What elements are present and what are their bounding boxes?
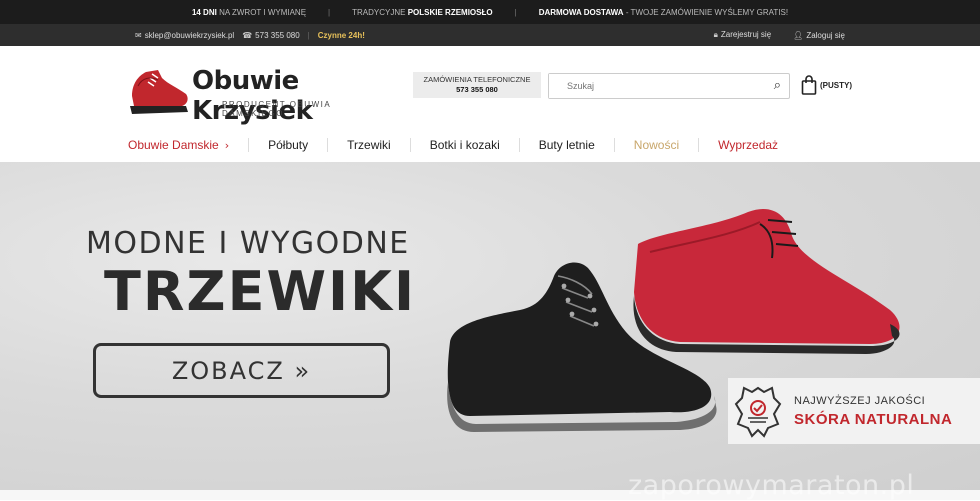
nav-item-nowosci[interactable]: Nowości [613, 138, 698, 152]
chevron-right-icon: › [224, 138, 230, 152]
site-logo[interactable]: Obuwie Krzysiek PRODUCENT OBUWIA DAMSKIE… [128, 64, 388, 126]
search-input[interactable] [549, 74, 749, 98]
lock-icon: 🔒︎ [713, 30, 718, 39]
promo-returns: 14 DNI NA ZWROT I WYMIANĘ [191, 7, 307, 17]
hero-banner[interactable]: MODNE I WYGODNE TRZEWIKI ZOBACZ » NAJWYŻ… [0, 162, 980, 490]
user-icon: 👤︎ [793, 30, 804, 40]
search-box: ⌕ [548, 73, 790, 99]
badge-subtitle: SKÓRA NATURALNA [794, 411, 953, 428]
site-header: Obuwie Krzysiek PRODUCENT OBUWIA DAMSKIE… [0, 46, 980, 128]
top-promo-bar: 14 DNI NA ZWROT I WYMIANĘ | TRADYCYJNE P… [0, 0, 980, 24]
nav-item-obuwie-damskie[interactable]: Obuwie Damskie › [128, 138, 248, 153]
hero-title: TRZEWIKI [104, 260, 417, 323]
shopping-bag-icon [801, 75, 817, 95]
main-nav: Obuwie Damskie › Półbuty Trzewiki Botki i… [0, 128, 980, 162]
login-link[interactable]: 👤︎ Zaloguj się [793, 31, 845, 40]
phone-icon: ☎ [242, 30, 253, 40]
nav-item-buty-letnie[interactable]: Buty letnie [518, 138, 614, 152]
hours-label: Czynne 24h! [317, 30, 365, 40]
nav-item-polbuty[interactable]: Półbuty [248, 138, 327, 152]
badge-title: NAJWYŻSZEJ JAKOŚCI [794, 395, 926, 407]
promo-delivery: DARMOWA DOSTAWA - TWOJE ZAMÓWIENIE WYŚLE… [538, 7, 789, 17]
envelope-icon: ✉ [135, 30, 142, 40]
shoe-logo-icon [130, 70, 188, 114]
see-more-button[interactable]: ZOBACZ » [93, 343, 390, 398]
promo-craft: TRADYCYJNE POLSKIE RZEMIOSŁO [352, 7, 493, 17]
email-link[interactable]: ✉ sklep@obuwiekrzysiek.pl [135, 31, 234, 40]
phone-link[interactable]: ☎ 573 355 080 [242, 31, 299, 40]
logo-subtitle: PRODUCENT OBUWIA DAMSKIEGO [222, 100, 331, 118]
phone-orders-label: ZAMÓWIENIA TELEFONICZNE [423, 75, 531, 84]
contact-bar: ✉ sklep@obuwiekrzysiek.pl ☎ 573 355 080 | … [0, 24, 980, 46]
cart-status: (PUSTY) [820, 80, 852, 90]
search-icon[interactable]: ⌕ [774, 78, 781, 93]
quality-badge: NAJWYŻSZEJ JAKOŚCI SKÓRA NATURALNA [728, 378, 980, 444]
register-link[interactable]: 🔒︎ Zarejestruj się [714, 30, 772, 40]
hero-headline: MODNE I WYGODNE [86, 226, 410, 261]
phone-orders-number: 573 355 080 [456, 85, 498, 94]
nav-item-wyprzedaz[interactable]: Wyprzedaż [698, 138, 797, 152]
cart-button[interactable]: (PUSTY) [801, 75, 852, 95]
nav-item-trzewiki[interactable]: Trzewiki [327, 138, 410, 152]
phone-orders-box: ZAMÓWIENIA TELEFONICZNE 573 355 080 [413, 72, 541, 98]
leather-icon [734, 386, 782, 438]
watermark-text: zaporowymaraton.pl [628, 470, 915, 501]
nav-item-botki-kozaki[interactable]: Botki i kozaki [409, 138, 519, 152]
